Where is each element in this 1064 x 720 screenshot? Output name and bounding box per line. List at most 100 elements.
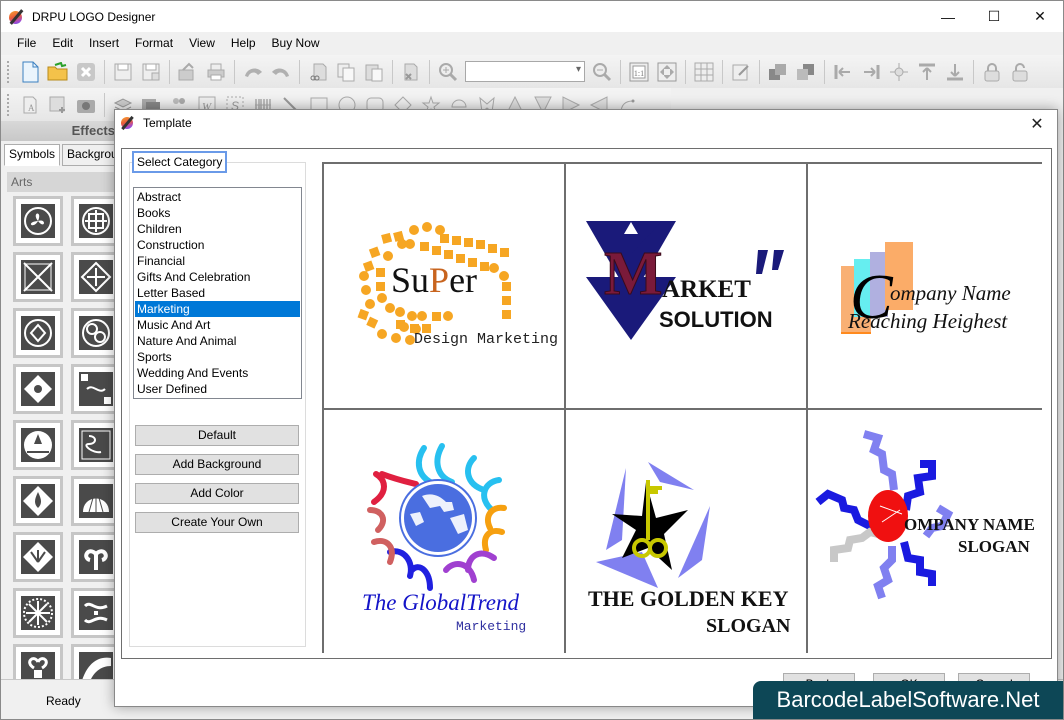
template-company-name-slogan[interactable]: OMPANY NAME SLOGAN bbox=[808, 410, 1044, 653]
category-item[interactable]: Music And Art bbox=[135, 317, 300, 333]
close-file-icon[interactable] bbox=[73, 59, 99, 85]
fan-diamond-symbol-icon bbox=[21, 540, 55, 574]
scroll-symbol-icon bbox=[79, 428, 113, 462]
company-subtitle: Reaching Heighest bbox=[847, 309, 1008, 333]
zoom-out-icon[interactable] bbox=[589, 59, 615, 85]
shell-fan-symbol-icon bbox=[79, 484, 113, 518]
company-slogan-logo-graphic: OMPANY NAME SLOGAN bbox=[815, 430, 1035, 600]
category-item[interactable]: Nature And Animal bbox=[135, 333, 300, 349]
category-item[interactable]: Financial bbox=[135, 253, 300, 269]
menu-insert[interactable]: Insert bbox=[81, 33, 127, 53]
toolbar-grip[interactable] bbox=[7, 60, 10, 83]
category-item[interactable]: Wedding And Events bbox=[135, 365, 300, 381]
save-icon[interactable] bbox=[110, 59, 136, 85]
mandala-symbol[interactable] bbox=[13, 588, 63, 638]
add-color-button[interactable]: Add Color bbox=[135, 483, 299, 504]
menu-view[interactable]: View bbox=[181, 33, 223, 53]
zoom-combo[interactable] bbox=[465, 61, 585, 82]
template-golden-key[interactable]: THE GOLDEN KEY SLOGAN bbox=[566, 410, 806, 653]
save-as-icon[interactable] bbox=[138, 59, 164, 85]
star-cross-symbol[interactable] bbox=[13, 252, 63, 302]
actual-size-icon[interactable]: 1:1 bbox=[626, 59, 652, 85]
print-icon[interactable] bbox=[203, 59, 229, 85]
template-company-name-reaching[interactable]: C ompany Name Reaching Heighest bbox=[808, 164, 1044, 408]
category-item[interactable]: Letter Based bbox=[135, 285, 300, 301]
minimize-button[interactable]: — bbox=[925, 1, 971, 32]
template-super-design-marketing[interactable]: SuPer Design Marketing bbox=[324, 164, 564, 408]
dialog-title-bar: Template bbox=[115, 110, 1057, 136]
delete-icon[interactable] bbox=[398, 59, 424, 85]
new-file-icon[interactable] bbox=[17, 59, 43, 85]
triskele-symbol[interactable] bbox=[13, 196, 63, 246]
fan-diamond-symbol[interactable] bbox=[13, 532, 63, 582]
image-icon[interactable] bbox=[45, 92, 71, 118]
undo-icon[interactable] bbox=[240, 59, 266, 85]
menu-help[interactable]: Help bbox=[223, 33, 264, 53]
category-item[interactable]: Sports bbox=[135, 349, 300, 365]
template-grid: SuPer Design Marketing M ARKET SOLUTION bbox=[322, 162, 1044, 653]
align-right-icon[interactable] bbox=[858, 59, 884, 85]
grid-icon[interactable] bbox=[691, 59, 717, 85]
zoom-in-icon[interactable] bbox=[435, 59, 461, 85]
cut-icon[interactable] bbox=[305, 59, 331, 85]
title-bar: DRPU LOGO Designer — ☐ ✕ bbox=[1, 1, 1063, 32]
watermark-banner: BarcodeLabelSoftware.Net bbox=[753, 681, 1063, 719]
text-icon[interactable]: A bbox=[17, 92, 43, 118]
menu-file[interactable]: File bbox=[9, 33, 44, 53]
template-global-trend[interactable]: The GlobalTrend Marketing bbox=[324, 410, 564, 653]
send-backward-icon[interactable] bbox=[793, 59, 819, 85]
lock-icon[interactable] bbox=[979, 59, 1005, 85]
category-item[interactable]: Books bbox=[135, 205, 300, 221]
tab-symbols[interactable]: Symbols bbox=[4, 144, 61, 166]
unlock-icon[interactable] bbox=[1007, 59, 1033, 85]
category-item[interactable]: Abstract bbox=[135, 189, 300, 205]
category-item[interactable]: Gifts And Celebration bbox=[135, 269, 300, 285]
category-item[interactable]: Marketing bbox=[135, 301, 300, 317]
market-title: ARKET bbox=[662, 276, 751, 303]
align-bottom-icon[interactable] bbox=[942, 59, 968, 85]
lotus-symbol[interactable] bbox=[13, 420, 63, 470]
align-center-icon[interactable] bbox=[886, 59, 912, 85]
golden-key-title: THE GOLDEN KEY bbox=[588, 586, 789, 611]
menu-buy-now[interactable]: Buy Now bbox=[264, 33, 328, 53]
category-item[interactable]: Children bbox=[135, 221, 300, 237]
scroll-ornament-symbol-icon bbox=[79, 596, 113, 630]
edit-properties-icon[interactable] bbox=[728, 59, 754, 85]
dialog-close-button[interactable]: ✕ bbox=[1027, 114, 1047, 134]
category-item[interactable]: User Defined bbox=[135, 381, 300, 397]
add-background-button[interactable]: Add Background bbox=[135, 454, 299, 475]
maximize-button[interactable]: ☐ bbox=[971, 1, 1017, 32]
menu-edit[interactable]: Edit bbox=[44, 33, 81, 53]
dialog-logo-icon bbox=[121, 115, 135, 131]
align-top-icon[interactable] bbox=[914, 59, 940, 85]
cross-ornament-symbol-icon bbox=[21, 372, 55, 406]
fit-to-window-icon[interactable] bbox=[654, 59, 680, 85]
open-folder-icon[interactable] bbox=[45, 59, 71, 85]
arts-section-header: Arts bbox=[7, 172, 119, 192]
template-market-solution[interactable]: M ARKET SOLUTION bbox=[566, 164, 806, 408]
fleur-diamond-symbol[interactable] bbox=[13, 476, 63, 526]
export-icon[interactable] bbox=[175, 59, 201, 85]
copy-icon[interactable] bbox=[333, 59, 359, 85]
symbol-grid bbox=[13, 196, 121, 694]
category-item[interactable]: Construction bbox=[135, 237, 300, 253]
redo-icon[interactable] bbox=[268, 59, 294, 85]
paste-icon[interactable] bbox=[361, 59, 387, 85]
super-subtitle: Design Marketing bbox=[414, 331, 558, 348]
category-list[interactable]: Abstract Books Children Construction Financi… bbox=[133, 187, 302, 399]
template-dialog: Template ✕ Select Category Abstract Books… bbox=[114, 109, 1058, 707]
toolbar-grip[interactable] bbox=[7, 93, 10, 116]
super-title: SuPer bbox=[391, 260, 477, 300]
circle-knot-symbol[interactable] bbox=[13, 308, 63, 358]
create-your-own-button[interactable]: Create Your Own bbox=[135, 512, 299, 533]
company-logo-graphic: C ompany Name Reaching Heighest bbox=[841, 242, 1011, 334]
close-button[interactable]: ✕ bbox=[1017, 1, 1063, 32]
market-logo-graphic: M ARKET SOLUTION bbox=[586, 221, 784, 340]
align-left-icon[interactable] bbox=[830, 59, 856, 85]
default-button[interactable]: Default bbox=[135, 425, 299, 446]
bring-forward-icon[interactable] bbox=[765, 59, 791, 85]
menu-format[interactable]: Format bbox=[127, 33, 181, 53]
cross-ornament-symbol[interactable] bbox=[13, 364, 63, 414]
camera-icon[interactable] bbox=[73, 92, 99, 118]
fleur-diamond-symbol-icon bbox=[21, 484, 55, 518]
